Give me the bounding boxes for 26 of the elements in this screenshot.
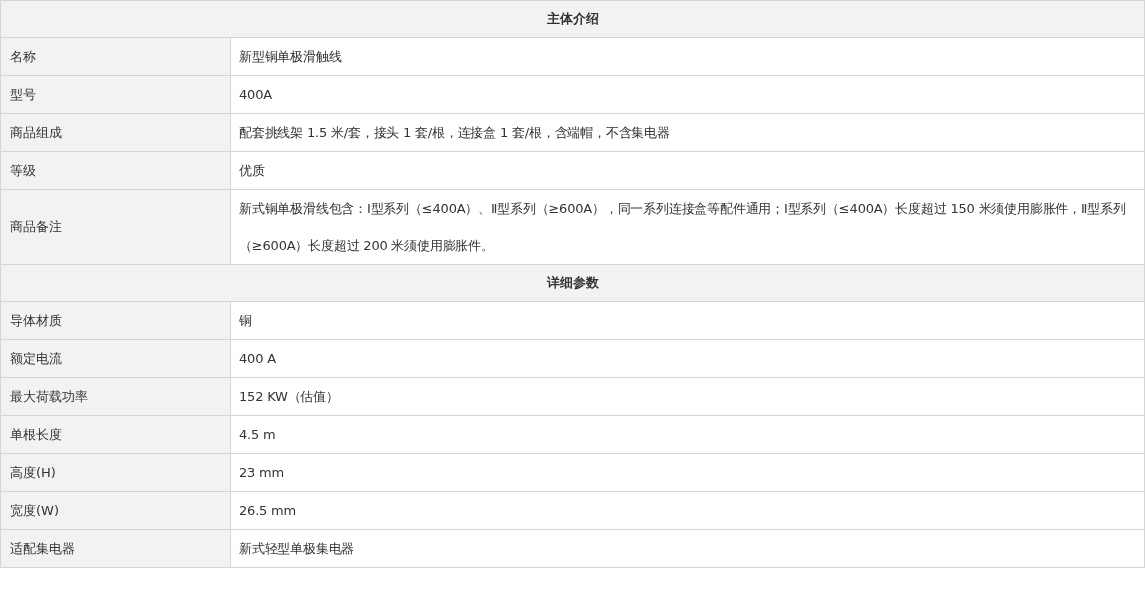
row-label: 高度(H) [0,453,231,492]
row-value: 400 A [230,339,1145,378]
row-label: 商品组成 [0,113,231,152]
row-label: 适配集电器 [0,529,231,568]
row-label: 宽度(W) [0,491,231,530]
row-label: 单根长度 [0,415,231,454]
section-heading: 详细参数 [0,264,1145,302]
row-label: 导体材质 [0,301,231,340]
row-value: 优质 [230,151,1145,190]
row-value: 配套挑线架 1.5 米/套，接头 1 套/根，连接盒 1 套/根，含端帽，不含集电器 [230,113,1145,152]
row-value: 新式轻型单极集电器 [230,529,1145,568]
row-value: 23 mm [230,453,1145,492]
row-label: 等级 [0,151,231,190]
row-label: 商品备注 [0,189,231,265]
row-value: 新式铜单极滑线包含：Ⅰ型系列（≤400A）、Ⅱ型系列（≥600A），同一系列连接盒等配件通用；Ⅰ型系列（≤400A）长度超过 150 米须使用膨胀件，Ⅱ型系列（≥600A）长度超过 200 米须使用膨胀件。 [230,189,1145,265]
row-value: 400A [230,75,1145,114]
row-value: 新型铜单极滑触线 [230,37,1145,76]
row-label: 型号 [0,75,231,114]
row-value: 152 KW（估值） [230,377,1145,416]
row-value: 26.5 mm [230,491,1145,530]
row-label: 名称 [0,37,231,76]
row-value: 铜 [230,301,1145,340]
section-heading: 主体介绍 [0,0,1145,38]
row-label: 额定电流 [0,339,231,378]
row-value: 4.5 m [230,415,1145,454]
row-label: 最大荷载功率 [0,377,231,416]
